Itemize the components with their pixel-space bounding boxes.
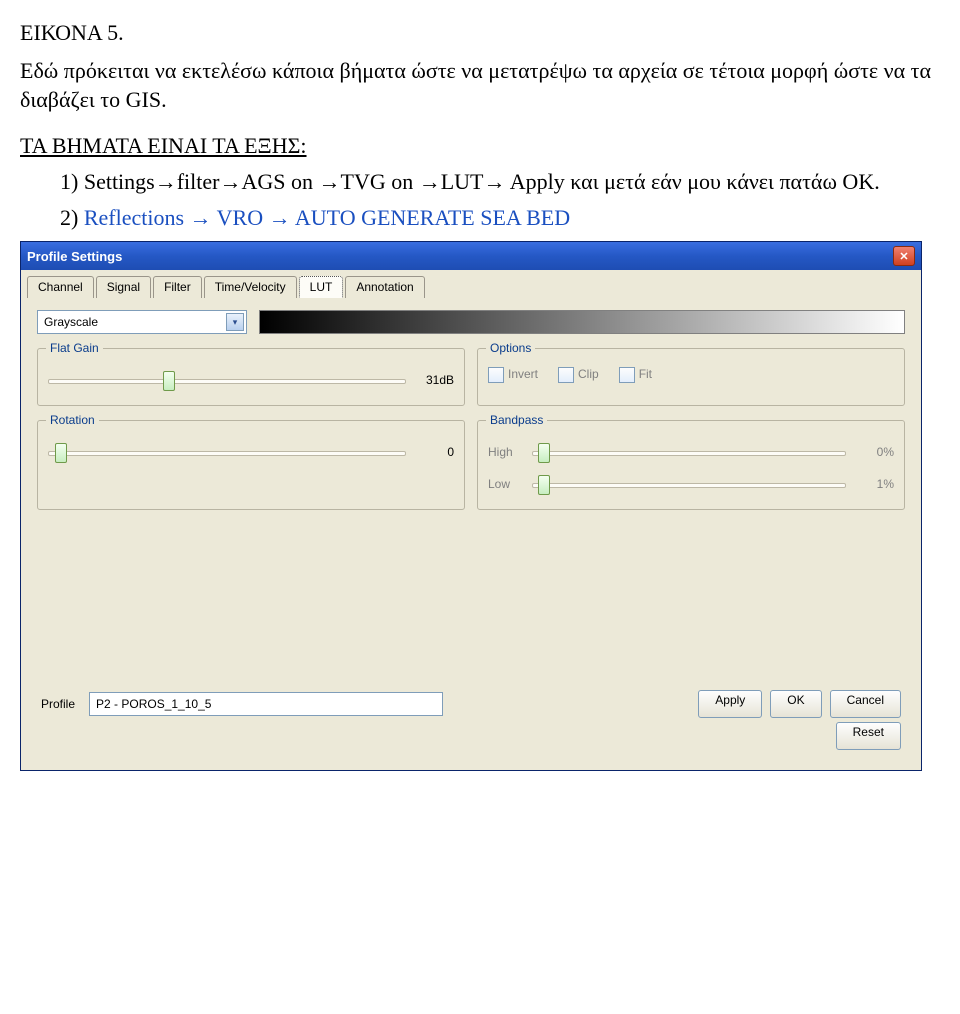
bandpass-low-value: 1% [856, 477, 894, 491]
invert-label: Invert [508, 367, 538, 381]
step-2-part-a: Reflections [84, 205, 190, 230]
tab-annotation[interactable]: Annotation [345, 276, 424, 298]
flat-gain-group: Flat Gain 31dB [37, 348, 465, 406]
image-heading: ΕΙΚΟΝΑ 5. [20, 18, 940, 48]
arrow-icon: → [220, 169, 242, 194]
bandpass-low-label: Low [488, 477, 522, 491]
profile-settings-dialog: Profile Settings ✕ Channel Signal Filter… [20, 241, 922, 771]
close-icon: ✕ [899, 250, 908, 263]
step-1-part-f: Apply και μετά εάν μου κάνει πατάω ΟΚ. [506, 169, 880, 194]
profile-value: P2 - POROS_1_10_5 [96, 697, 211, 711]
bandpass-high-value: 0% [856, 445, 894, 459]
reset-button[interactable]: Reset [836, 722, 901, 750]
bandpass-low-slider[interactable] [532, 475, 846, 493]
tab-signal[interactable]: Signal [96, 276, 151, 298]
tab-bar: Channel Signal Filter Time/Velocity LUT … [21, 270, 921, 298]
arrow-icon: → [319, 169, 341, 194]
step-1-part-c: AGS on [242, 169, 319, 194]
flat-gain-slider[interactable] [48, 371, 406, 389]
bandpass-label: Bandpass [486, 413, 547, 427]
rotation-slider[interactable] [48, 443, 406, 461]
clip-label: Clip [578, 367, 599, 381]
step-2-part-b: VRO [212, 205, 269, 230]
arrow-icon: → [269, 205, 291, 230]
arrow-icon: → [190, 205, 212, 230]
dialog-title: Profile Settings [27, 249, 122, 264]
dialog-footer: Profile P2 - POROS_1_10_5 Apply OK Cance… [37, 684, 905, 722]
step-2-part-c: AUTO GENERATE SEA BED [291, 205, 571, 230]
step-2-number: 2) [60, 205, 78, 230]
step-1-part-b: filter [177, 169, 220, 194]
tab-filter[interactable]: Filter [153, 276, 202, 298]
profile-label: Profile [41, 697, 75, 711]
rotation-label: Rotation [46, 413, 99, 427]
ok-button[interactable]: OK [770, 690, 821, 718]
cancel-button[interactable]: Cancel [830, 690, 901, 718]
arrow-icon: → [419, 169, 441, 194]
dialog-body: Grayscale ▾ Flat Gain 31dB Options [27, 298, 915, 764]
titlebar: Profile Settings ✕ [21, 242, 921, 270]
palette-value: Grayscale [44, 315, 98, 329]
step-1-part-d: TVG on [341, 169, 419, 194]
options-group: Options Invert Clip Fit [477, 348, 905, 406]
tab-lut[interactable]: LUT [299, 276, 344, 298]
step-1: 1) Settings→filter→AGS on →TVG on →LUT→ … [60, 169, 940, 195]
bandpass-high-slider[interactable] [532, 443, 846, 461]
palette-preview [259, 310, 905, 334]
invert-checkbox[interactable]: Invert [488, 367, 538, 383]
step-1-part-a: Settings [84, 169, 155, 194]
options-label: Options [486, 341, 535, 355]
tab-time-velocity[interactable]: Time/Velocity [204, 276, 297, 298]
fit-checkbox[interactable]: Fit [619, 367, 652, 383]
rotation-group: Rotation 0 [37, 420, 465, 510]
arrow-icon: → [155, 169, 177, 194]
body-spacer [37, 524, 905, 684]
steps-heading: ΤΑ ΒΗΜΑΤΑ ΕΙΝΑΙ ΤΑ ΕΞΗΣ: [20, 133, 940, 159]
close-button[interactable]: ✕ [893, 246, 915, 266]
profile-input[interactable]: P2 - POROS_1_10_5 [89, 692, 443, 716]
palette-select[interactable]: Grayscale ▾ [37, 310, 247, 334]
flat-gain-label: Flat Gain [46, 341, 103, 355]
arrow-icon: → [484, 169, 506, 194]
step-1-number: 1) [60, 169, 78, 194]
apply-button[interactable]: Apply [698, 690, 762, 718]
tab-channel[interactable]: Channel [27, 276, 94, 298]
step-1-part-e: LUT [441, 169, 484, 194]
clip-checkbox[interactable]: Clip [558, 367, 599, 383]
rotation-value: 0 [416, 445, 454, 459]
step-2: 2) Reflections → VRO → AUTO GENERATE SEA… [60, 205, 940, 231]
bandpass-group: Bandpass High 0% Low 1% [477, 420, 905, 510]
chevron-down-icon: ▾ [226, 313, 244, 331]
flat-gain-value: 31dB [416, 373, 454, 387]
bandpass-high-label: High [488, 445, 522, 459]
intro-paragraph: Εδώ πρόκειται να εκτελέσω κάποια βήματα … [20, 56, 940, 115]
fit-label: Fit [639, 367, 652, 381]
